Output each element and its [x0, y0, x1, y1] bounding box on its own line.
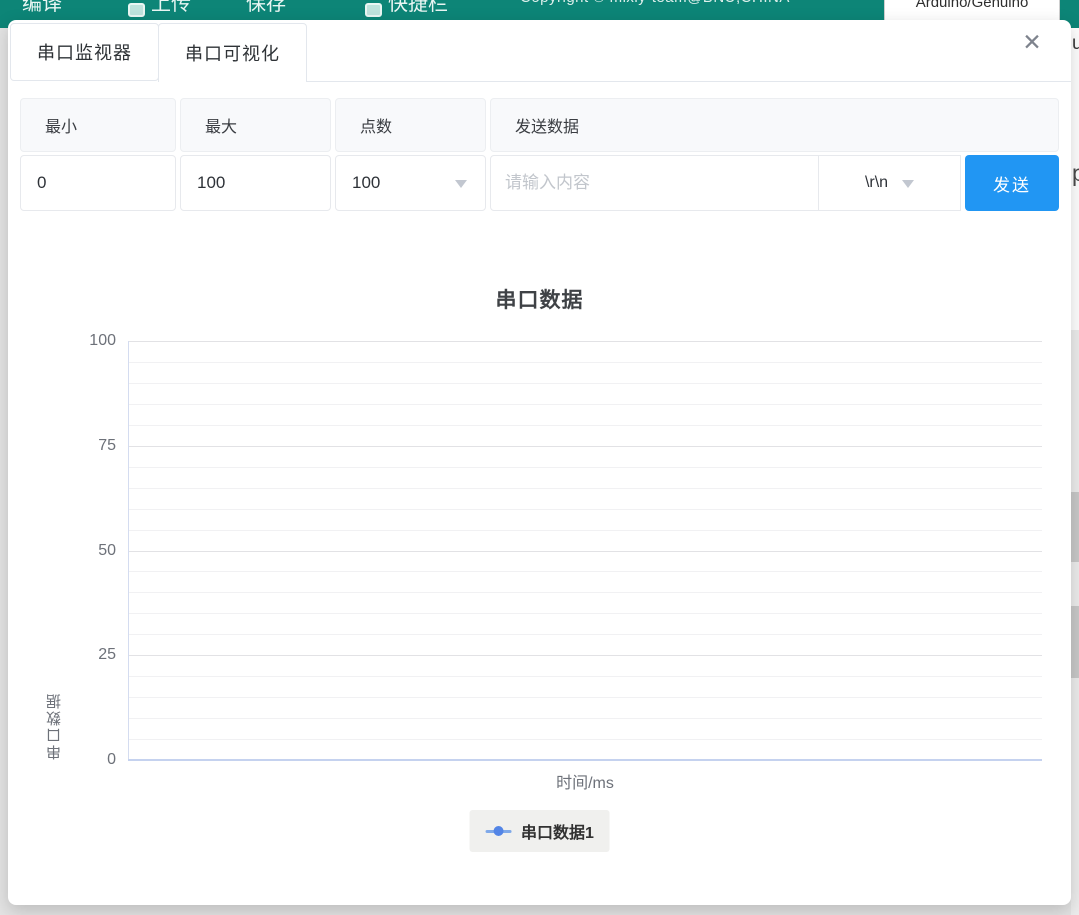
chevron-down-icon [902, 180, 914, 194]
gridline [129, 488, 1042, 489]
background-panel [1071, 330, 1079, 492]
gridline [129, 383, 1042, 384]
max-input[interactable]: 100 [180, 155, 331, 211]
y-axis-line [128, 341, 129, 760]
toolbar-item-upload[interactable]: 上传 [151, 0, 191, 16]
send-group: \r\n 发送 [490, 155, 1059, 211]
header-max: 最大 [180, 98, 331, 152]
gridline [129, 341, 1042, 342]
legend-label: 串口数据1 [521, 819, 594, 843]
toolbar-item-compile[interactable]: 编译 [22, 0, 62, 16]
gridline [129, 362, 1042, 363]
gridline [129, 613, 1042, 614]
gridline [129, 530, 1042, 531]
x-axis-name: 时间/ms [128, 769, 1042, 793]
plot-area [128, 341, 1042, 760]
gridline [129, 446, 1042, 447]
header-send-data: 发送数据 [490, 98, 1059, 152]
gridline [129, 634, 1042, 635]
y-tick-label: 0 [107, 751, 116, 769]
legend-item-serial-data-1[interactable]: 串口数据1 [469, 810, 610, 852]
gridline [129, 697, 1042, 698]
send-data-input[interactable] [491, 156, 818, 210]
send-box: \r\n [490, 155, 961, 211]
copyright-text: Copyright © mixly-team@BNU,CHINA [520, 0, 790, 6]
line-series-icon [485, 826, 511, 836]
tab-label: 串口可视化 [185, 40, 280, 66]
gridline [129, 404, 1042, 405]
send-button[interactable]: 发送 [965, 155, 1059, 211]
toolbar-item-panel[interactable]: 快捷栏 [388, 0, 448, 16]
tab-serial-visualization[interactable]: 串口可视化 [158, 23, 307, 82]
gridline [129, 718, 1042, 719]
gridline [129, 739, 1042, 740]
tab-bar: 串口监视器 串口可视化 ✕ [8, 20, 1071, 82]
panel-icon [365, 3, 382, 17]
y-tick-label: 75 [98, 437, 116, 455]
upload-icon [128, 3, 145, 17]
header-points: 点数 [335, 98, 486, 152]
gridline [129, 425, 1042, 426]
header-min: 最小 [20, 98, 176, 152]
background-block [1071, 492, 1079, 562]
x-axis-line [128, 759, 1042, 761]
gridline [129, 571, 1042, 572]
y-tick-label: 100 [89, 332, 116, 350]
min-input[interactable]: 0 [20, 155, 176, 211]
background-block [1071, 606, 1079, 678]
tab-bar-divider [307, 81, 1071, 82]
background-text-fragment: u [1072, 33, 1079, 55]
line-ending-select[interactable]: \r\n [818, 156, 960, 210]
form-header-row: 最小 最大 点数 发送数据 [20, 98, 1059, 152]
chart-title: 串口数据 [8, 284, 1071, 314]
gridline [129, 467, 1042, 468]
tab-label: 串口监视器 [37, 39, 132, 65]
gridline [129, 655, 1042, 656]
y-tick-label: 25 [98, 646, 116, 664]
y-axis-name: 串口数据 [44, 341, 65, 760]
points-select[interactable]: 100 [335, 155, 486, 211]
line-ending-value: \r\n [865, 174, 888, 192]
serial-visualization-dialog: 串口监视器 串口可视化 ✕ 最小 最大 点数 发送数据 0 100 100 \r… [8, 20, 1071, 905]
tab-serial-monitor[interactable]: 串口监视器 [10, 23, 159, 81]
gridline [129, 509, 1042, 510]
y-tick-label: 50 [98, 542, 116, 560]
points-value: 100 [352, 173, 380, 193]
background-text-fragment: p [1072, 160, 1079, 187]
gridline [129, 592, 1042, 593]
close-icon[interactable]: ✕ [1019, 29, 1045, 55]
toolbar-item-save[interactable]: 保存 [246, 0, 286, 16]
gridline [129, 676, 1042, 677]
background-panel [1071, 678, 1079, 915]
gridline [129, 551, 1042, 552]
background-panel [1071, 562, 1079, 606]
chevron-down-icon [455, 180, 467, 194]
form-input-row: 0 100 100 \r\n 发送 [20, 155, 1059, 211]
